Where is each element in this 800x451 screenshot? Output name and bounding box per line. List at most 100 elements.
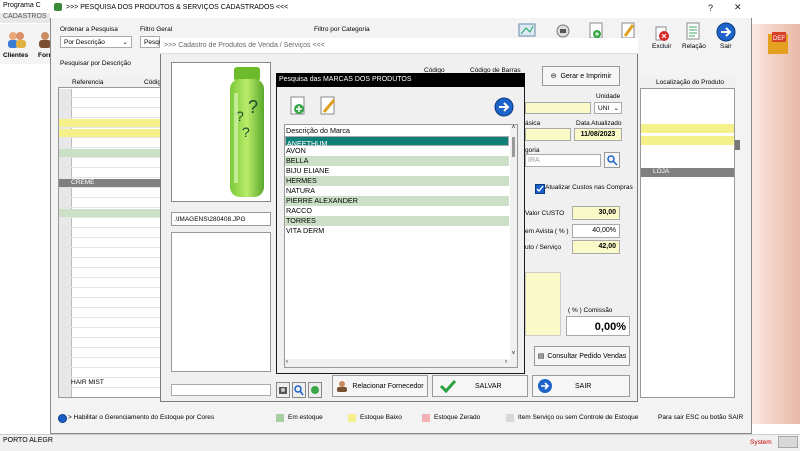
- relacionar-fornecedor-button[interactable]: Relacionar Fornecedor: [332, 375, 428, 397]
- unidade-select[interactable]: UNI ⌄: [594, 102, 622, 114]
- clientes-label[interactable]: Clientes: [3, 52, 28, 59]
- add-icon[interactable]: [308, 382, 322, 398]
- data-atualizado-field[interactable]: 11/08/2023: [574, 128, 622, 141]
- table-row[interactable]: [59, 129, 167, 138]
- bg-shortcut-icon[interactable]: DEF: [764, 30, 792, 58]
- preco-field[interactable]: 42,00: [572, 240, 620, 254]
- table-row[interactable]: [59, 239, 167, 248]
- table-row[interactable]: [59, 359, 167, 368]
- table-row[interactable]: [59, 229, 167, 238]
- comissao-field[interactable]: 0,00%: [566, 316, 630, 336]
- table-row[interactable]: [59, 259, 167, 268]
- scrollbar-thumb[interactable]: [735, 140, 740, 150]
- edit-marca-button[interactable]: [318, 96, 338, 116]
- list-item[interactable]: VITA DERM: [285, 226, 509, 236]
- tool-icon-1[interactable]: [518, 22, 536, 38]
- marcas-list[interactable]: Descrição do Marca ANEETHUM AVON BELLA BIJU…: [284, 124, 518, 368]
- table-row[interactable]: CREME: [59, 179, 167, 188]
- marca-go-button[interactable]: [494, 97, 514, 117]
- excluir-icon[interactable]: [652, 26, 672, 42]
- excluir-button[interactable]: Excluir: [652, 43, 672, 50]
- margem-field[interactable]: 40,00%: [572, 224, 620, 238]
- col-localizacao[interactable]: Localização do Produto: [656, 79, 724, 86]
- table-row[interactable]: [59, 99, 167, 108]
- table-row[interactable]: [59, 369, 167, 378]
- table-row[interactable]: [59, 329, 167, 338]
- salvar-button[interactable]: SALVAR: [432, 375, 528, 397]
- list-item[interactable]: PIERRE ALEXANDER: [285, 196, 509, 206]
- location-row-low[interactable]: [641, 124, 734, 133]
- table-row[interactable]: [59, 269, 167, 278]
- table-row[interactable]: [59, 109, 167, 118]
- table-row[interactable]: [59, 209, 167, 218]
- valor-custo-field[interactable]: 30,00: [572, 206, 620, 220]
- list-item[interactable]: AVON: [285, 146, 509, 156]
- close-icon[interactable]: ✕: [734, 2, 742, 13]
- ordenar-select[interactable]: Por Descrição ⌄: [60, 36, 132, 48]
- marcas-scrollbar-h[interactable]: ‹ ›: [285, 359, 517, 367]
- table-row[interactable]: [59, 139, 167, 148]
- list-item[interactable]: BIJU ELIANE: [285, 166, 509, 176]
- list-item[interactable]: NATURA: [285, 186, 509, 196]
- table-row[interactable]: [59, 199, 167, 208]
- location-row-low[interactable]: [641, 136, 734, 145]
- image-path-field[interactable]: .\IMAGENS\280408.JPG: [171, 212, 271, 226]
- basica-field[interactable]: [525, 128, 571, 141]
- location-row-loja[interactable]: LOJA: [641, 168, 734, 177]
- categoria-search-button[interactable]: [604, 152, 620, 168]
- marcas-list-header[interactable]: Descrição do Marca: [285, 126, 509, 136]
- atualizar-custos-checkbox[interactable]: [535, 184, 545, 194]
- camera-icon[interactable]: [276, 382, 290, 398]
- search-icon[interactable]: [292, 382, 306, 398]
- table-row[interactable]: [59, 119, 167, 128]
- scroll-right-icon[interactable]: ›: [505, 359, 507, 365]
- consultar-pedido-button[interactable]: ▤ Consultar Pedido Vendas: [534, 346, 630, 366]
- descricao-field[interactable]: [525, 102, 591, 114]
- table-row[interactable]: [59, 189, 167, 198]
- sair-icon[interactable]: [716, 22, 736, 42]
- table-row[interactable]: [59, 219, 167, 228]
- extra-field[interactable]: [171, 384, 271, 396]
- scroll-down-icon[interactable]: ˅: [510, 351, 517, 359]
- add-marca-button[interactable]: [288, 96, 308, 116]
- table-row[interactable]: [59, 279, 167, 288]
- list-item[interactable]: ANEETHUM: [285, 136, 509, 148]
- habilitar-label[interactable]: > Habilitar o Gerenciamento do Estoque p…: [68, 414, 214, 421]
- obs-field[interactable]: [525, 272, 561, 336]
- col-referencia[interactable]: Referencia: [72, 79, 103, 86]
- sair-button[interactable]: SAIR: [532, 375, 630, 397]
- table-row[interactable]: [59, 289, 167, 298]
- sair-toolbar-button[interactable]: Sair: [720, 43, 732, 50]
- table-row[interactable]: [59, 249, 167, 258]
- list-item[interactable]: RACCO: [285, 206, 509, 216]
- table-row[interactable]: [59, 349, 167, 358]
- atualizar-custos-label[interactable]: Atualizar Custos nas Compras: [545, 184, 633, 191]
- marcas-scrollbar-v[interactable]: ˄ ˅: [510, 125, 517, 359]
- status-tray-icon[interactable]: [778, 436, 798, 448]
- help-icon[interactable]: ?: [708, 3, 713, 13]
- scroll-thumb[interactable]: [512, 137, 515, 157]
- filtro-geral-select[interactable]: Pesqu: [140, 36, 162, 48]
- list-item[interactable]: TORRES: [285, 216, 509, 226]
- col-codigo[interactable]: Códig: [144, 79, 161, 86]
- scroll-up-icon[interactable]: ˄: [510, 125, 517, 133]
- table-row[interactable]: [59, 149, 167, 158]
- description-box[interactable]: [171, 232, 271, 372]
- table-row[interactable]: [59, 339, 167, 348]
- product-photo[interactable]: ? ? ?: [171, 62, 271, 202]
- relacao-icon[interactable]: [684, 22, 702, 42]
- table-row[interactable]: [59, 319, 167, 328]
- scroll-left-icon[interactable]: ‹: [286, 359, 288, 365]
- list-item[interactable]: HERMES: [285, 176, 509, 186]
- table-row[interactable]: HAIR MIST: [59, 379, 167, 388]
- tool-icon-2[interactable]: [556, 24, 570, 38]
- table-row[interactable]: [59, 169, 167, 178]
- table-row[interactable]: [59, 89, 167, 98]
- table-row[interactable]: [59, 299, 167, 308]
- relacao-button[interactable]: Relação: [682, 43, 706, 50]
- table-row[interactable]: [59, 309, 167, 318]
- table-row[interactable]: [59, 159, 167, 168]
- habilitar-radio[interactable]: [58, 414, 67, 423]
- gerar-imprimir-button[interactable]: ⊖ Gerar e Imprimir: [542, 66, 620, 86]
- list-item[interactable]: BELLA: [285, 156, 509, 166]
